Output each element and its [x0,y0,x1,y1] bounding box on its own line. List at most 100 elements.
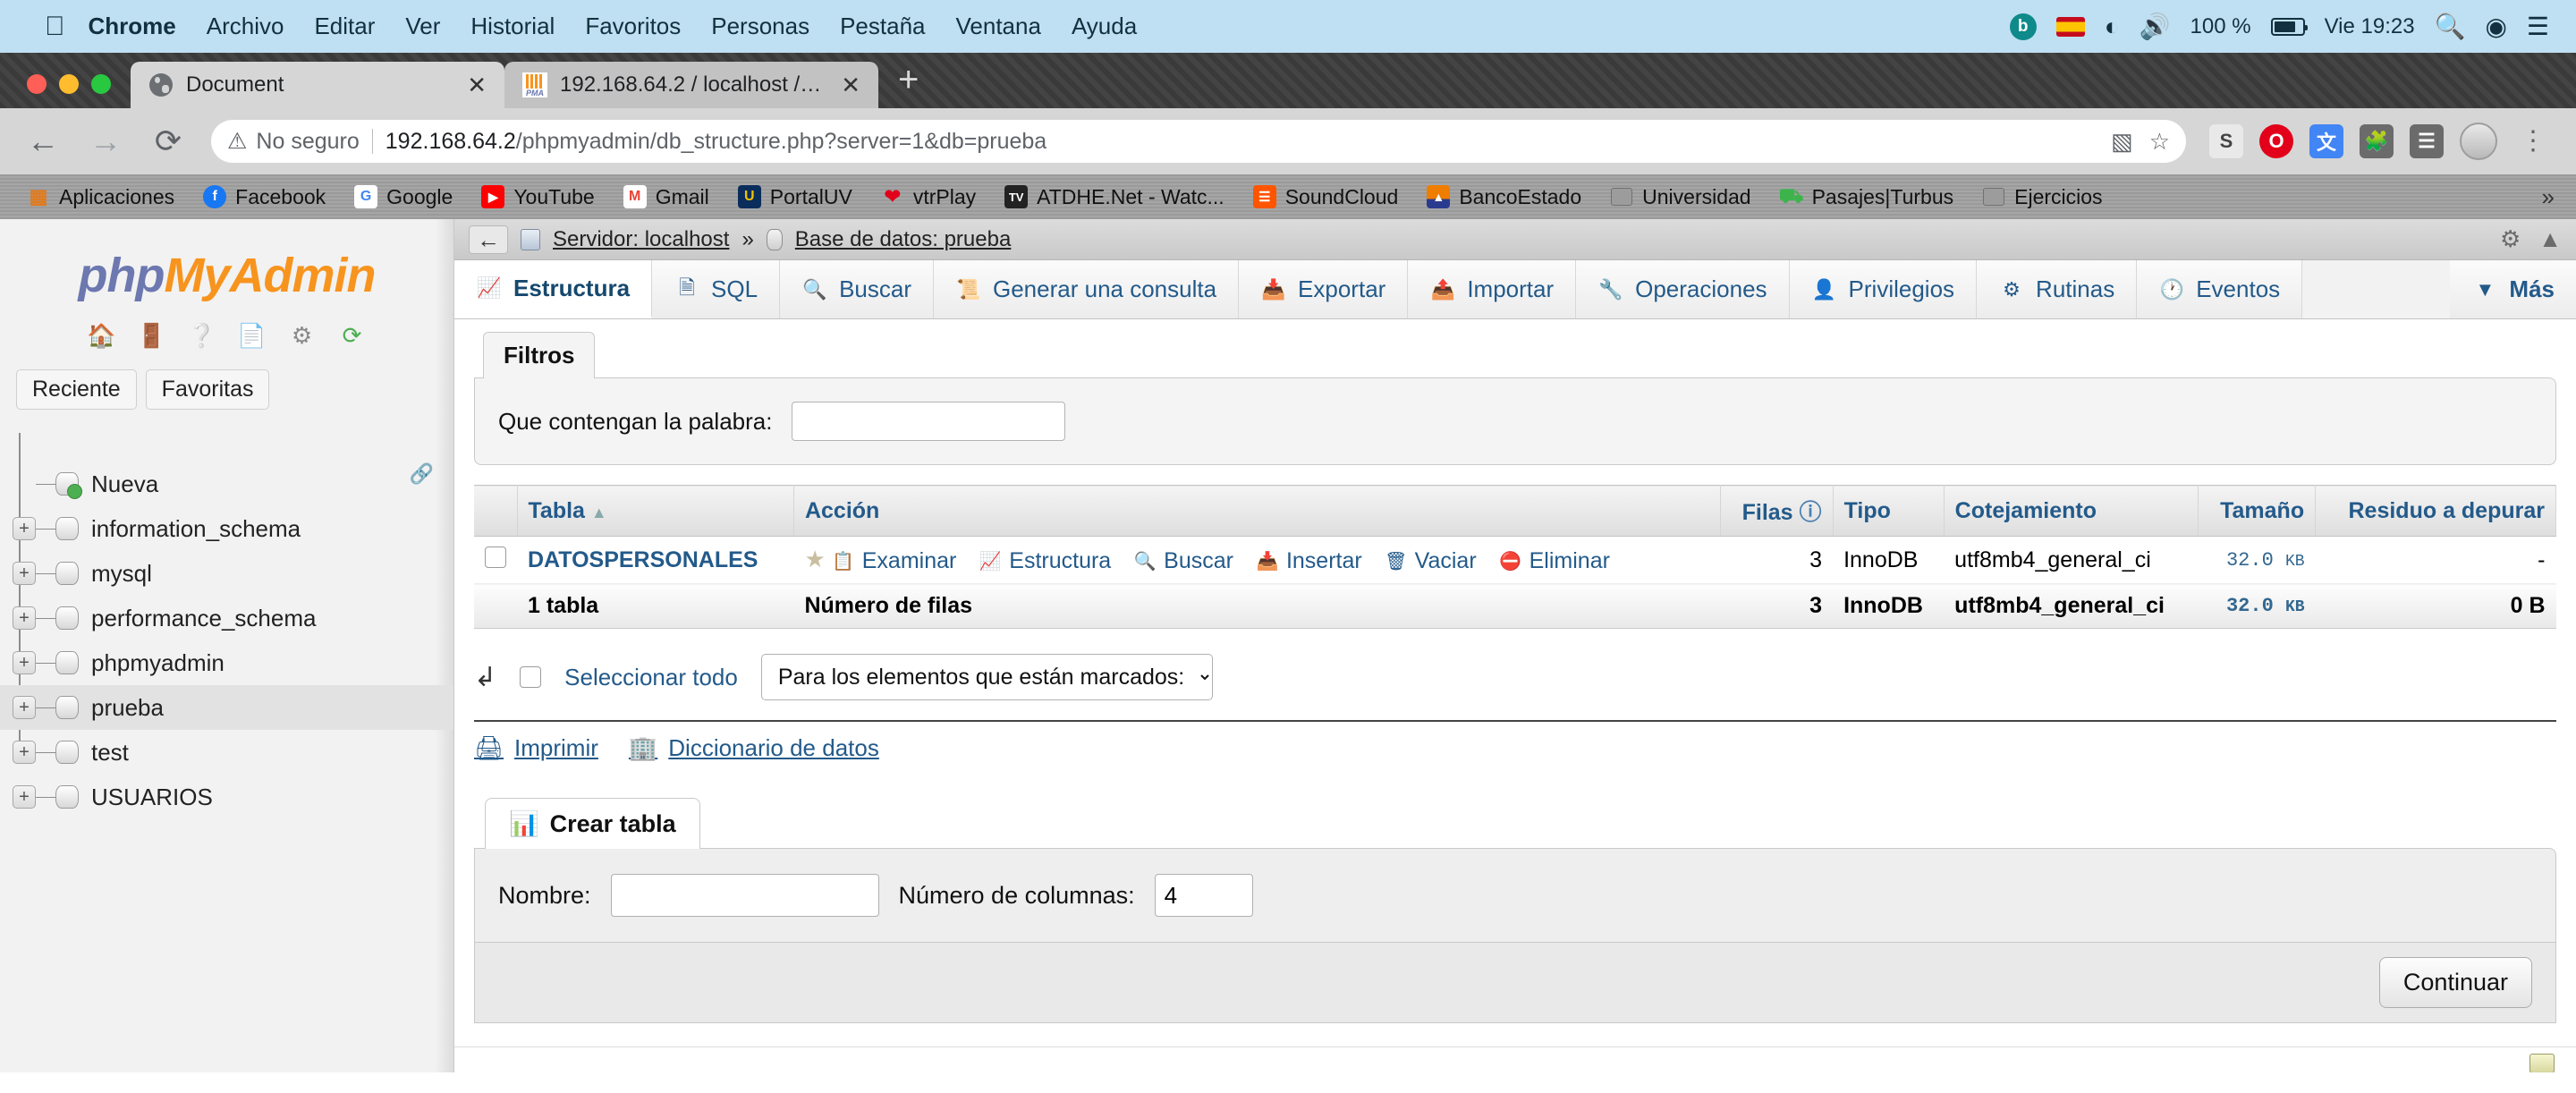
tab-rutinas[interactable]: ⚙ Rutinas [1977,260,2138,318]
browser-tab-phpmyadmin[interactable]: PMA 192.168.64.2 / localhost / prue ✕ [504,62,878,108]
tab-mas[interactable]: ▼ Más [2450,260,2576,318]
bookmark-soundcloud[interactable]: ☰ SoundCloud [1239,185,1413,209]
opera-extension-icon[interactable]: O [2259,124,2293,158]
expand-icon[interactable]: + [13,741,36,764]
volume-icon[interactable]: 🔊 [2140,12,2171,41]
create-columns-input[interactable] [1154,874,1253,917]
data-dictionary-link[interactable]: 🏢 Diccionario de datos [629,734,879,762]
db-tree-item-phpmyadmin[interactable]: + phpmyadmin [0,640,453,685]
menu-archivo[interactable]: Archivo [207,13,284,40]
avatar[interactable] [2460,123,2497,160]
select-all-checkbox[interactable] [520,666,542,688]
tab-favoritas[interactable]: Favoritas [145,369,270,410]
bookmark-turbus[interactable]: ⛟ Pasajes|Turbus [1766,184,1969,209]
db-tree-item-nueva[interactable]: Nueva [0,462,453,506]
tab-eventos[interactable]: 🕐 Eventos [2137,260,2303,318]
bookmark-atdhe[interactable]: TV ATDHE.Net - Watc... [990,185,1239,209]
breadcrumb-database[interactable]: Base de datos: prueba [795,227,1012,252]
action-insertar[interactable]: 📥 Insertar [1256,548,1361,574]
continue-button[interactable]: Continuar [2378,957,2532,1008]
select-all-label[interactable]: Seleccionar todo [564,664,738,691]
chrome-menu-icon[interactable]: ⋮ [2513,128,2553,155]
action-eliminar[interactable]: ⛔ Eliminar [1499,548,1610,574]
action-buscar[interactable]: 🔍 Buscar [1133,548,1233,574]
wifi-icon[interactable]: ◐ [2105,13,2120,41]
expand-icon[interactable]: + [13,517,36,540]
help-icon[interactable]: ⓘ [1800,500,1822,525]
help-icon[interactable]: ❔ [186,319,218,352]
close-tab-icon[interactable]: ✕ [835,73,866,97]
logout-icon[interactable]: 🚪 [136,319,168,352]
new-tab-button[interactable]: + [878,62,938,108]
filter-word-input[interactable] [792,402,1066,441]
console-icon[interactable] [2529,1053,2555,1072]
security-status[interactable]: ⚠ No seguro [227,128,360,155]
menu-favoritos[interactable]: Favoritos [585,13,681,40]
collapse-icon[interactable]: ▲ [2538,225,2562,253]
menu-pestana[interactable]: Pestaña [840,13,925,40]
expand-icon[interactable]: + [13,562,36,585]
tab-reciente[interactable]: Reciente [16,369,137,410]
th-residuo[interactable]: Residuo a depurar [2315,485,2556,537]
home-icon[interactable]: 🏠 [86,319,118,352]
tab-buscar[interactable]: 🔍 Buscar [780,260,934,318]
expand-icon[interactable]: + [13,606,36,630]
reload-icon[interactable]: ⟳ [336,319,369,352]
bookmark-aplicaciones[interactable]: ▦ Aplicaciones [13,185,189,209]
tab-importar[interactable]: 📤 Importar [1408,260,1577,318]
bookmarks-overflow-button[interactable]: » [2542,183,2563,211]
expand-icon[interactable]: + [13,696,36,719]
bookmark-universidad[interactable]: Universidad [1596,185,1765,209]
close-tab-icon[interactable]: ✕ [462,73,492,97]
minimize-window-button[interactable] [59,74,79,94]
bookmark-gmail[interactable]: M Gmail [609,185,724,209]
action-estructura[interactable]: 📈 Estructura [979,548,1111,574]
bing-icon[interactable]: b [2009,13,2037,40]
db-tree-item-mysql[interactable]: + mysql [0,551,453,596]
close-window-button[interactable] [27,74,47,94]
action-vaciar[interactable]: 🗑 Vaciar [1385,548,1477,574]
star-icon[interactable]: ☆ [2149,128,2170,156]
search-icon[interactable]: 🔍 [2435,12,2466,41]
star-icon[interactable]: ★ [804,546,825,572]
translate-extension-icon[interactable]: 文 [2309,124,2343,158]
db-tree-item-prueba[interactable]: + prueba [0,685,453,730]
menu-historial[interactable]: Historial [470,13,555,40]
maximize-window-button[interactable] [91,74,111,94]
db-tree-item-test[interactable]: + test [0,730,453,775]
tab-estructura[interactable]: 📈 Estructura [454,260,653,318]
row-checkbox[interactable] [485,546,506,568]
th-tipo[interactable]: Tipo [1833,485,1945,537]
db-tree-item-usuarios[interactable]: + USUARIOS [0,775,453,819]
phpmyadmin-logo[interactable]: phpMyAdmin [0,232,453,312]
tab-generar-consulta[interactable]: 📜 Generar una consulta [934,260,1240,318]
tab-privilegios[interactable]: 👤 Privilegios [1789,260,1978,318]
menubar-clock[interactable]: Vie 19:23 [2325,14,2415,39]
forward-button[interactable]: → [86,125,125,157]
bookmark-youtube[interactable]: ▶ YouTube [467,185,608,209]
th-tamano[interactable]: Tamaño [2198,485,2317,537]
apple-menu-icon[interactable]:  [45,13,65,40]
menu-ver[interactable]: Ver [405,13,440,40]
menu-ventana[interactable]: Ventana [956,13,1041,40]
menu-chrome[interactable]: Chrome [89,13,176,40]
address-bar[interactable]: ⚠ No seguro 192.168.64.2/phpmyadmin/db_s… [211,120,2186,163]
cast-icon[interactable]: ▧ [2111,128,2133,156]
docs-icon[interactable]: 📄 [236,319,268,352]
db-tree-item-performance-schema[interactable]: + performance_schema [0,596,453,640]
gear-icon[interactable]: ⚙ [2500,225,2521,253]
reload-button[interactable]: ⟳ [148,125,188,157]
battery-icon[interactable] [2270,17,2308,36]
menu-ayuda[interactable]: Ayuda [1072,13,1137,40]
reading-list-icon[interactable]: ☰ [2410,124,2444,158]
bookmark-portaluv[interactable]: U PortalUV [724,185,867,209]
db-tree-item-information-schema[interactable]: + information_schema [0,506,453,551]
siri-icon[interactable]: ◉ [2485,12,2506,41]
table-name-link[interactable]: DATOSPERSONALES [528,547,758,572]
th-tabla[interactable]: Tabla ▲ [517,485,794,537]
tab-operaciones[interactable]: 🔧 Operaciones [1576,260,1790,318]
bookmark-ejercicios[interactable]: Ejercicios [1968,185,2116,209]
bookmark-google[interactable]: G Google [340,185,467,209]
with-selected-dropdown[interactable]: Para los elementos que están marcados: [760,654,1213,700]
tab-exportar[interactable]: 📥 Exportar [1239,260,1409,318]
